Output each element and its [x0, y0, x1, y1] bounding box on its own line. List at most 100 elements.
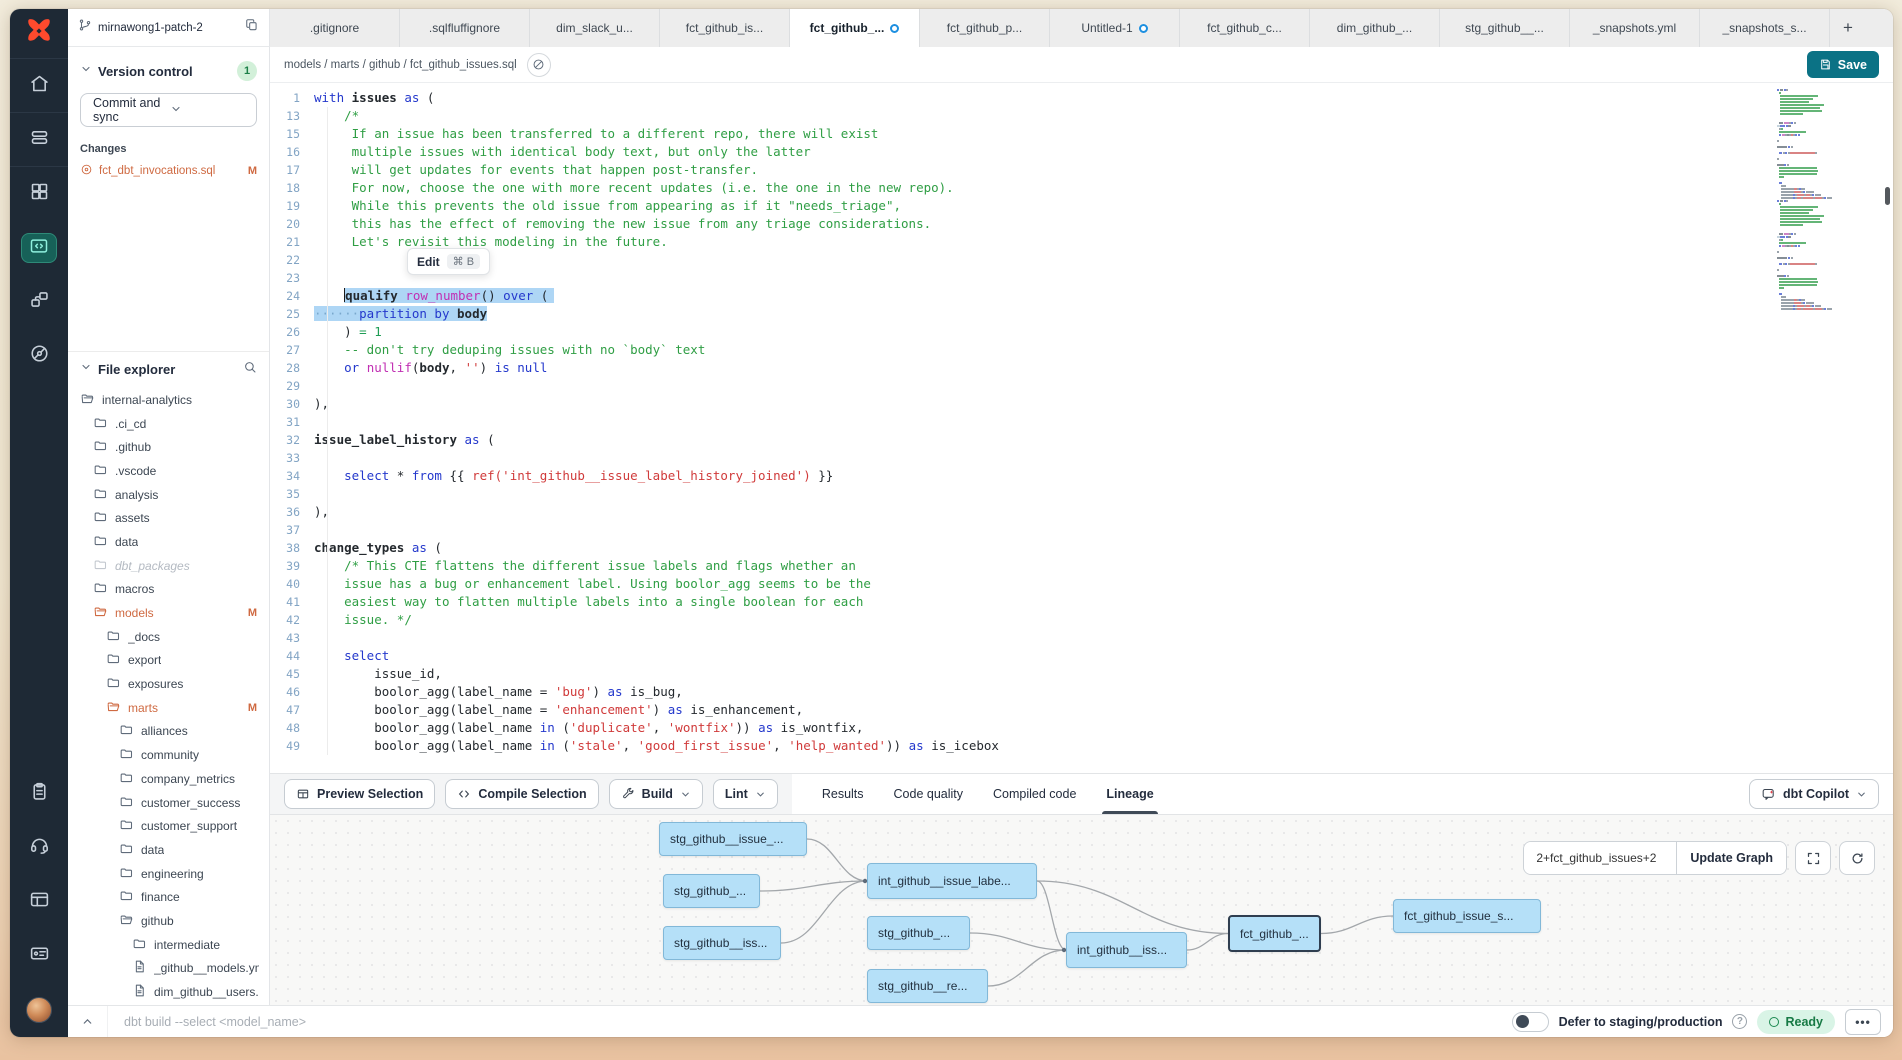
- file-tree-item[interactable]: finance: [68, 885, 269, 909]
- panel-tab-compiled-code[interactable]: Compiled code: [993, 774, 1076, 814]
- code-line[interactable]: 41 easiest way to flatten multiple label…: [270, 593, 1893, 611]
- branch-row[interactable]: mirnawong1-patch-2: [68, 9, 270, 47]
- file-tree-item[interactable]: analysis: [68, 483, 269, 507]
- sidebar-item-card[interactable]: [10, 929, 68, 983]
- file-tree-item[interactable]: engineering: [68, 862, 269, 886]
- build-button[interactable]: Build: [609, 779, 703, 809]
- editor-tab[interactable]: _snapshots.yml: [1570, 9, 1700, 47]
- editor-tab[interactable]: .gitignore: [270, 9, 400, 47]
- file-tree-item[interactable]: modelsM: [68, 601, 269, 625]
- code-editor[interactable]: 1with issues as (13 /*15 If an issue has…: [270, 83, 1893, 773]
- file-tree-item[interactable]: customer_support: [68, 814, 269, 838]
- panel-tab-lineage[interactable]: Lineage: [1106, 774, 1153, 814]
- new-tab-button[interactable]: +: [1830, 9, 1866, 47]
- editor-tab[interactable]: fct_github_p...: [920, 9, 1050, 47]
- sidebar-item-clipboard[interactable]: [10, 767, 68, 821]
- defer-toggle[interactable]: [1512, 1012, 1549, 1032]
- lineage-node[interactable]: int_github__issue_labe...: [867, 863, 1037, 899]
- code-line[interactable]: 33: [270, 449, 1893, 467]
- code-line[interactable]: 28 or nullif(body, '') is null: [270, 359, 1893, 377]
- file-tree-item[interactable]: .vscode: [68, 459, 269, 483]
- lint-button[interactable]: Lint: [713, 779, 778, 809]
- file-tree-item[interactable]: assets: [68, 506, 269, 530]
- help-icon[interactable]: ?: [1732, 1014, 1747, 1029]
- code-line[interactable]: 19 While this prevents the old issue fro…: [270, 197, 1893, 215]
- file-tree-item[interactable]: dim_github__users.sql: [68, 980, 269, 1004]
- code-line[interactable]: 32issue_label_history as (: [270, 431, 1893, 449]
- copy-icon[interactable]: [245, 18, 259, 37]
- sidebar-item-compass[interactable]: [10, 329, 68, 383]
- lineage-node[interactable]: stg_github__issue_...: [659, 822, 807, 856]
- edit-button[interactable]: Edit: [417, 255, 440, 269]
- lineage-selector-input[interactable]: [1524, 842, 1676, 874]
- file-tree-item[interactable]: company_metrics: [68, 767, 269, 791]
- file-tree-item[interactable]: internal-analytics: [68, 388, 269, 412]
- dbt-copilot-button[interactable]: dbt Copilot: [1749, 779, 1879, 809]
- editor-tab[interactable]: stg_github__...: [1440, 9, 1570, 47]
- file-explorer-header[interactable]: File explorer: [68, 352, 269, 386]
- commit-and-sync-button[interactable]: Commit and sync: [80, 93, 257, 127]
- code-line[interactable]: 47 boolor_agg(label_name = 'enhancement'…: [270, 701, 1893, 719]
- file-tree-item[interactable]: data: [68, 530, 269, 554]
- lineage-node[interactable]: stg_github_...: [663, 874, 760, 908]
- file-tree-item[interactable]: _docs: [68, 625, 269, 649]
- lineage-node[interactable]: stg_github_...: [867, 916, 970, 950]
- save-button[interactable]: Save: [1807, 51, 1879, 78]
- sidebar-item-stack[interactable]: [10, 113, 68, 167]
- panel-tab-results[interactable]: Results: [822, 774, 864, 814]
- file-tree-item[interactable]: macros: [68, 578, 269, 602]
- sidebar-item-headset[interactable]: [10, 821, 68, 875]
- editor-tab[interactable]: fct_github_is...: [660, 9, 790, 47]
- file-tree-item[interactable]: martsM: [68, 696, 269, 720]
- lineage-node[interactable]: fct_github_...: [1228, 915, 1321, 952]
- editor-scrollbar-thumb[interactable]: [1885, 187, 1890, 205]
- search-icon[interactable]: [243, 360, 257, 379]
- sidebar-item-browser[interactable]: [10, 875, 68, 929]
- code-line[interactable]: 35: [270, 485, 1893, 503]
- lineage-node[interactable]: int_github__iss...: [1066, 932, 1187, 968]
- code-line[interactable]: 17 will get updates for events that happ…: [270, 161, 1893, 179]
- sidebar-item-home[interactable]: [10, 59, 68, 113]
- code-line[interactable]: 48 boolor_agg(label_name in ('duplicate'…: [270, 719, 1893, 737]
- editor-tab[interactable]: .sqlfluffignore: [400, 9, 530, 47]
- file-tree-item[interactable]: _github__models.yml: [68, 957, 269, 981]
- panel-tab-code-quality[interactable]: Code quality: [894, 774, 964, 814]
- code-line[interactable]: 31: [270, 413, 1893, 431]
- editor-tab[interactable]: _snapshots_s...: [1700, 9, 1830, 47]
- file-tree-item[interactable]: dbt_packages: [68, 554, 269, 578]
- code-line[interactable]: 24 qualify row_number() over (: [270, 287, 1893, 305]
- editor-tab[interactable]: fct_github_c...: [1180, 9, 1310, 47]
- compile-selection-button[interactable]: Compile Selection: [445, 779, 598, 809]
- code-line[interactable]: 30),: [270, 395, 1893, 413]
- code-line[interactable]: 27 -- don't try deduping issues with no …: [270, 341, 1893, 359]
- file-tree-item[interactable]: .ci_cd: [68, 412, 269, 436]
- code-line[interactable]: 37: [270, 521, 1893, 539]
- editor-minimap[interactable]: [1777, 89, 1873, 335]
- command-input[interactable]: dbt build --select <model_name>: [124, 1015, 1512, 1029]
- changed-file-item[interactable]: fct_dbt_invocations.sqlM: [80, 163, 257, 179]
- code-line[interactable]: 1with issues as (: [270, 89, 1893, 107]
- more-options-button[interactable]: •••: [1845, 1009, 1881, 1035]
- code-line[interactable]: 13 /*: [270, 107, 1893, 125]
- preview-selection-button[interactable]: Preview Selection: [284, 779, 435, 809]
- file-tree-item[interactable]: alliances: [68, 720, 269, 744]
- lineage-node[interactable]: stg_github__re...: [867, 969, 988, 1003]
- code-line[interactable]: 23: [270, 269, 1893, 287]
- file-tree-item[interactable]: github: [68, 909, 269, 933]
- editor-tab[interactable]: dim_slack_u...: [530, 9, 660, 47]
- code-line[interactable]: 42 issue. */: [270, 611, 1893, 629]
- code-line[interactable]: 22: [270, 251, 1893, 269]
- file-tree-item[interactable]: .github: [68, 435, 269, 459]
- editor-tab[interactable]: fct_github_...: [790, 9, 920, 47]
- code-line[interactable]: 38change_types as (: [270, 539, 1893, 557]
- code-line[interactable]: 18 For now, choose the one with more rec…: [270, 179, 1893, 197]
- code-line[interactable]: 15 If an issue has been transferred to a…: [270, 125, 1893, 143]
- file-tree-item[interactable]: customer_success: [68, 791, 269, 815]
- code-line[interactable]: 36),: [270, 503, 1893, 521]
- editor-tab[interactable]: dim_github_...: [1310, 9, 1440, 47]
- editor-tab[interactable]: Untitled-1: [1050, 9, 1180, 47]
- user-avatar[interactable]: [10, 983, 68, 1037]
- code-line[interactable]: 43: [270, 629, 1893, 647]
- code-line[interactable]: 49 boolor_agg(label_name in ('stale', 'g…: [270, 737, 1893, 755]
- file-tree-item[interactable]: intermediate: [68, 933, 269, 957]
